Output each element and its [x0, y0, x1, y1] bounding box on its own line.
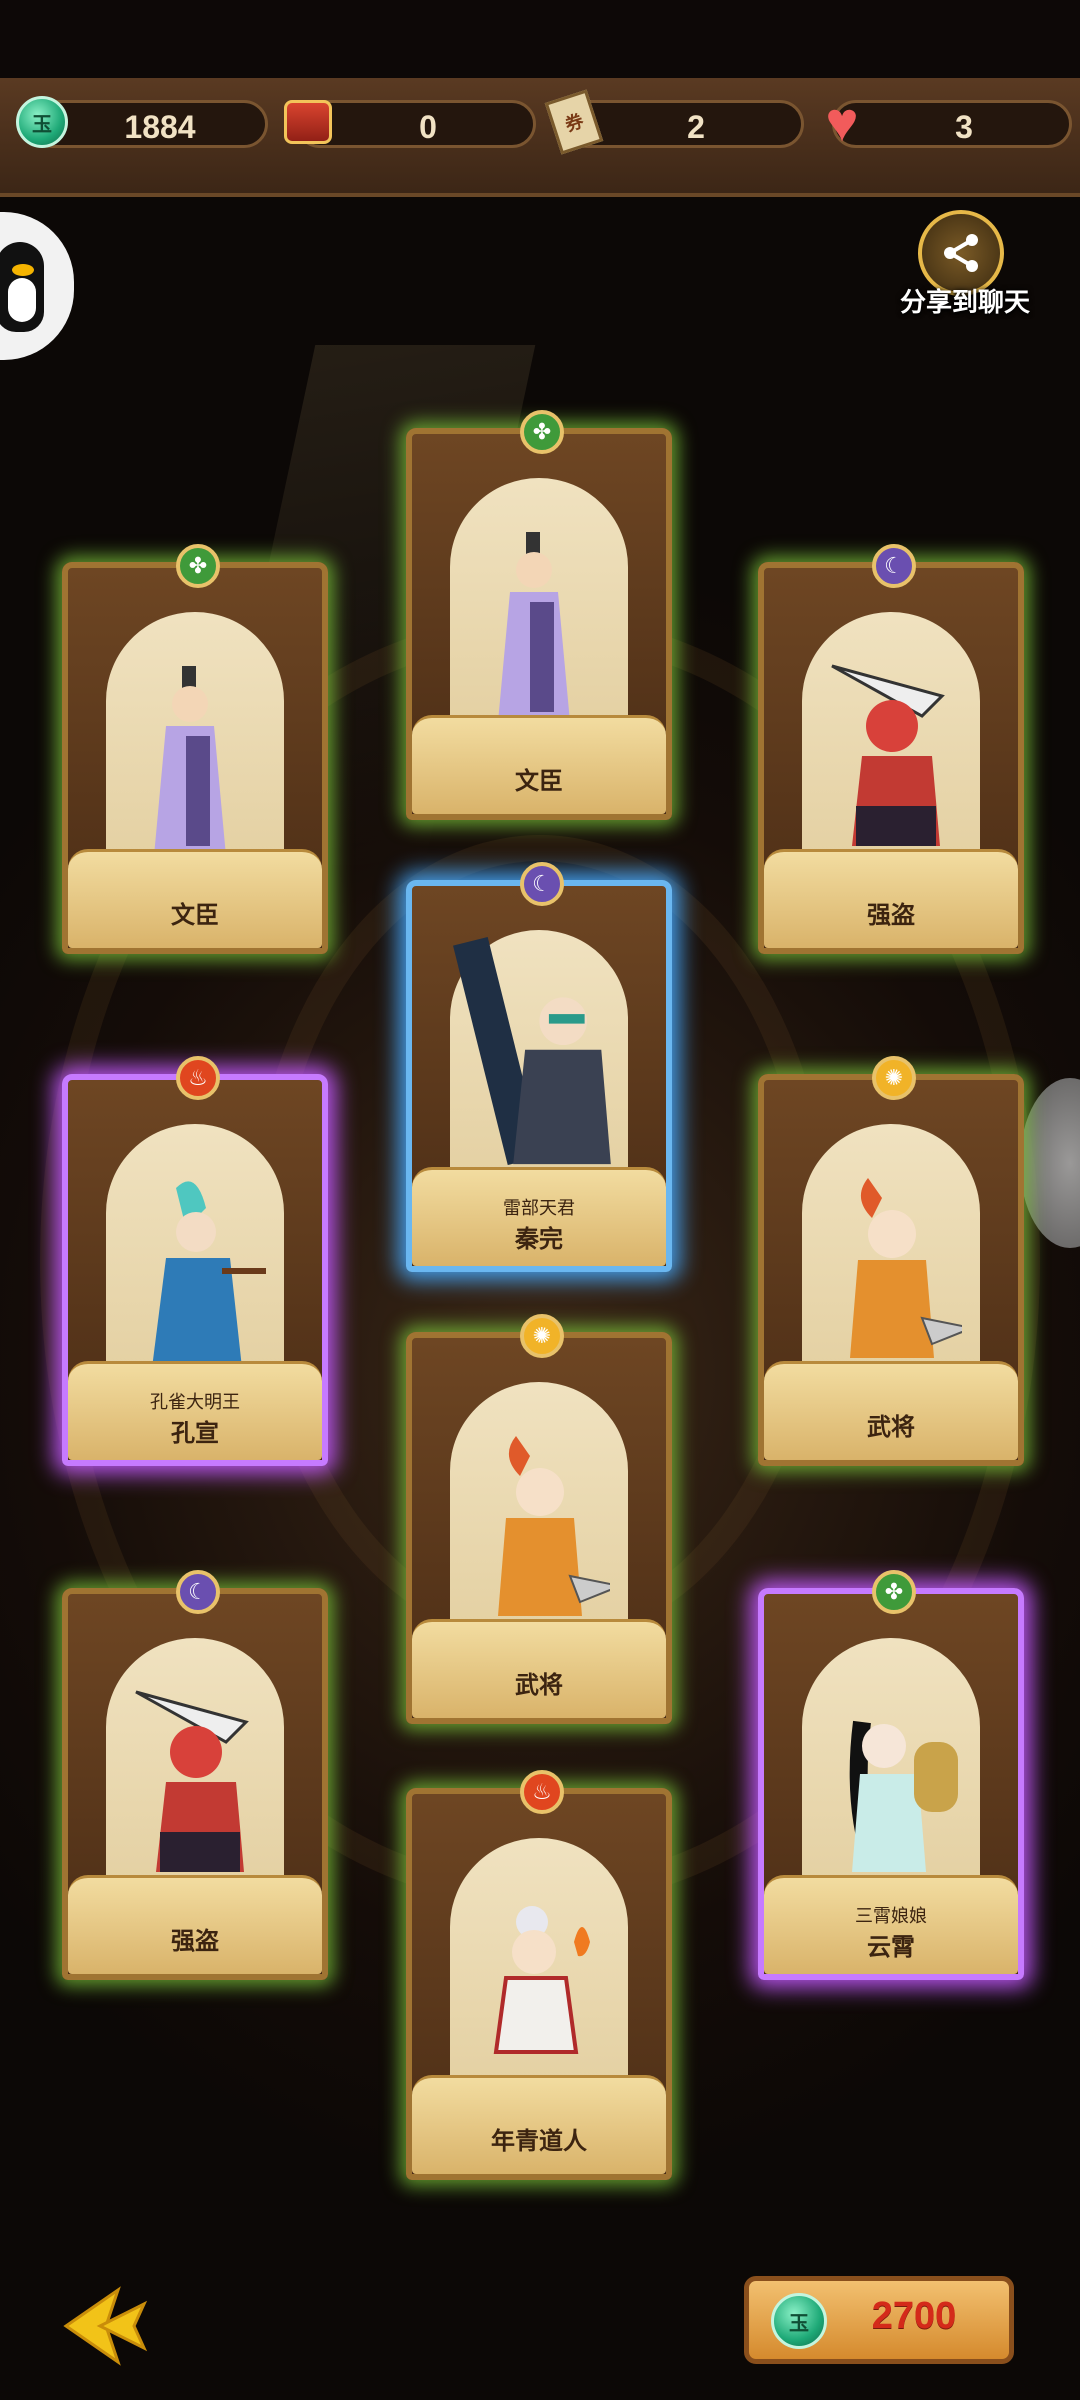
- card-subtitle: 雷部天君: [503, 1198, 575, 1218]
- jade-coin-icon: 玉: [771, 2293, 827, 2349]
- fire-emblem-icon: ♨: [176, 1056, 220, 1100]
- card-title: 武将: [515, 1672, 563, 1699]
- wenchen-figure: [154, 666, 226, 856]
- heart-icon: ♥: [825, 90, 859, 153]
- qiangdao-figure: [831, 664, 945, 846]
- daoren-figure: [493, 1906, 590, 2054]
- card-wujiang-right[interactable]: ✺ 武将: [758, 1056, 1024, 1466]
- moon-emblem-icon: ☾: [176, 1570, 220, 1614]
- card-yunxiao[interactable]: ✤ 三霄娘娘 云霄: [758, 1570, 1024, 1980]
- jade-coin-icon: 玉: [12, 92, 72, 152]
- card-wenchen-top[interactable]: ✤ 文臣: [406, 410, 672, 820]
- share-label[interactable]: 分享到聊天: [880, 282, 1050, 319]
- sun-emblem-icon: ✺: [520, 1314, 564, 1358]
- qinwan-figure: [453, 936, 611, 1166]
- ticket-icon: 券: [544, 89, 604, 155]
- wenchen-figure: [498, 532, 570, 722]
- leaf-emblem-icon: ✤: [520, 410, 564, 454]
- price-value: 2700: [871, 2295, 957, 2337]
- wujiang-figure: [850, 1178, 962, 1358]
- card-title: 文臣: [515, 768, 563, 795]
- card-title: 孔宣: [171, 1420, 219, 1447]
- card-title: 云霄: [867, 1934, 915, 1961]
- card-daoren[interactable]: ♨ 年青道人: [406, 1770, 672, 2180]
- card-wenchen-left[interactable]: ✤ 文臣: [62, 544, 328, 954]
- card-wujiang-center[interactable]: ✺ 武将: [406, 1314, 672, 1724]
- card-qiangdao-right[interactable]: ☾ 强盗: [758, 544, 1024, 954]
- leaf-emblem-icon: ✤: [872, 1570, 916, 1614]
- qiangdao-figure: [135, 1690, 249, 1872]
- moon-emblem-icon: ☾: [520, 862, 564, 906]
- resource-bar: 1884 玉 0 2 券 3 ♥: [0, 78, 1080, 197]
- back-arrow-icon: [63, 2286, 148, 2366]
- card-title: 武将: [867, 1414, 915, 1441]
- card-subtitle: 三霄娘娘: [855, 1906, 927, 1926]
- card-title: 文臣: [171, 902, 219, 929]
- card-title: 年青道人: [491, 2128, 587, 2155]
- red-packet-icon: [278, 92, 338, 152]
- fire-emblem-icon: ♨: [520, 1770, 564, 1814]
- card-qinwan[interactable]: ☾ 雷部天君 秦完: [406, 862, 672, 1272]
- card-title: 秦完: [515, 1226, 563, 1253]
- purchase-button[interactable]: 玉 2700: [744, 2276, 1014, 2364]
- card-subtitle: 孔雀大明王: [150, 1392, 240, 1412]
- share-icon: [944, 234, 978, 272]
- moon-emblem-icon: ☾: [872, 544, 916, 588]
- wujiang-figure: [498, 1436, 610, 1616]
- card-title: 强盗: [867, 902, 915, 929]
- card-qiangdao-left[interactable]: ☾ 强盗: [62, 1570, 328, 1980]
- card-title: 强盗: [171, 1928, 219, 1955]
- card-kongxuan[interactable]: ♨ 孔雀大明王 孔宣: [62, 1056, 328, 1466]
- kongxuan-figure: [152, 1181, 266, 1368]
- sun-emblem-icon: ✺: [872, 1056, 916, 1100]
- leaf-emblem-icon: ✤: [176, 544, 220, 588]
- yunxiao-figure: [849, 1720, 958, 1872]
- back-button[interactable]: [60, 2286, 150, 2366]
